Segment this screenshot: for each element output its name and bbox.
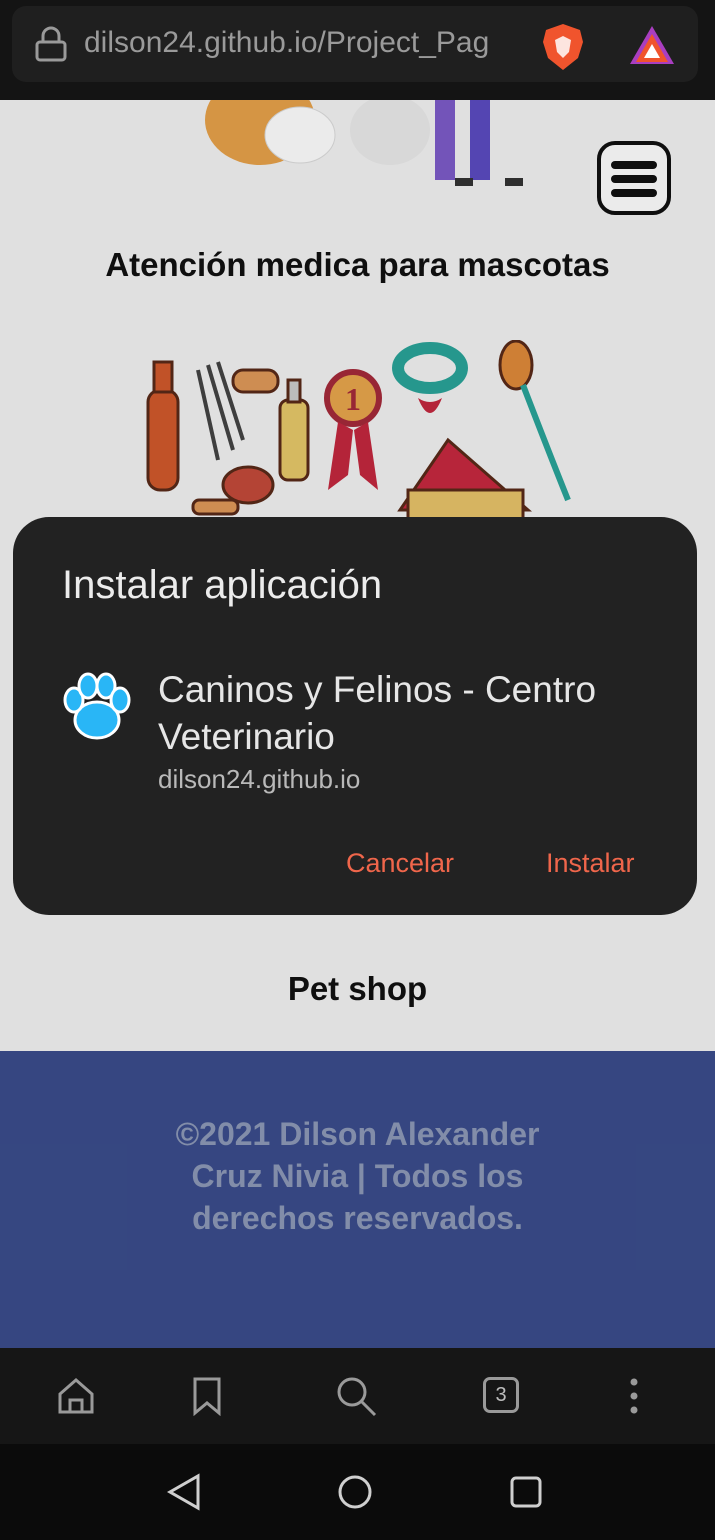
app-url: dilson24.github.io [158,764,361,794]
url-text[interactable]: dilson24.github.io/Project_Pag [84,26,489,60]
bookmark-icon[interactable] [190,1376,224,1416]
home-circle-icon[interactable] [337,1474,373,1510]
back-triangle-icon[interactable] [166,1472,202,1512]
dialog-title: Instalar aplicación [62,563,383,607]
brave-shield-icon[interactable] [540,22,586,72]
brave-rewards-triangle-icon[interactable] [628,24,676,66]
tabs-count-button[interactable]: 3 [483,1377,519,1413]
app-name: Caninos y Felinos - Centro Veterinario [158,669,597,757]
cancel-button[interactable]: Cancelar [346,848,454,879]
home-icon[interactable] [56,1376,96,1416]
more-vertical-icon[interactable] [624,1376,644,1416]
install-button[interactable]: Instalar [546,848,635,879]
recents-square-icon[interactable] [509,1475,543,1509]
search-icon[interactable] [334,1374,378,1418]
lock-icon [35,26,67,62]
paw-icon [63,672,131,740]
